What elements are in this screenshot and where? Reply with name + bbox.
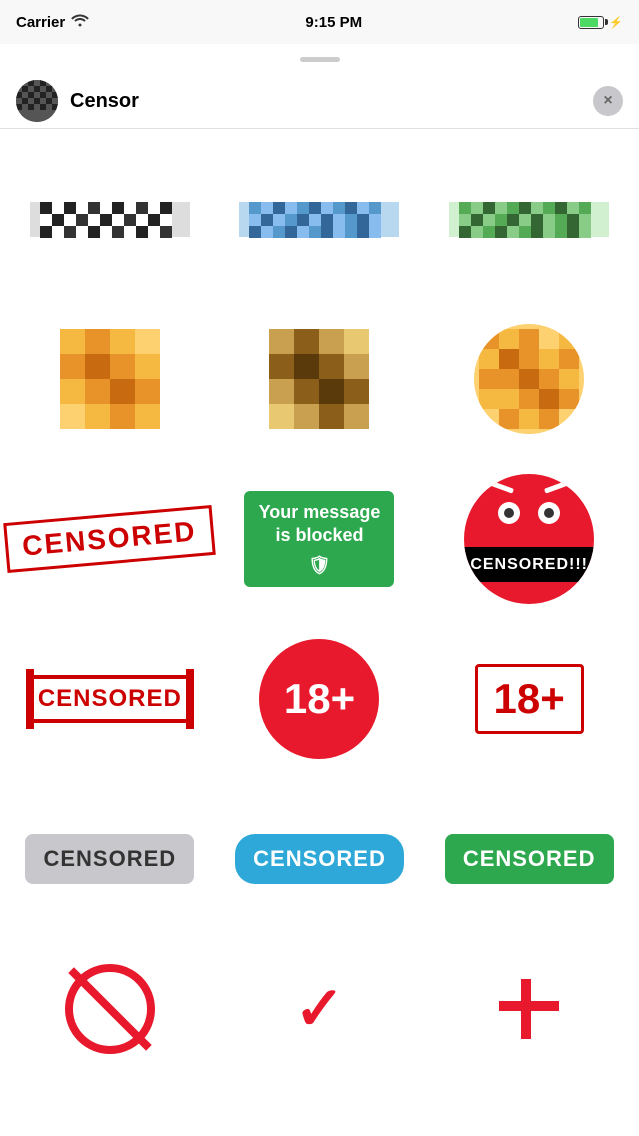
status-bar: Carrier 9:15 PM ⚡ bbox=[0, 0, 639, 44]
sticker-pixel-blue[interactable] bbox=[215, 139, 425, 299]
btn-gray-censored-text: CENSORED bbox=[25, 834, 194, 884]
carrier-label: Carrier bbox=[16, 14, 65, 31]
charging-icon: ⚡ bbox=[609, 16, 623, 29]
sticker-hashtag[interactable] bbox=[424, 959, 634, 1059]
btn-blue-censored-text: CENSORED bbox=[235, 834, 404, 884]
hash-icon-svg bbox=[494, 974, 564, 1044]
sticker-censored-bars[interactable]: CENSORED bbox=[5, 619, 215, 779]
app-header: Censor × bbox=[0, 74, 639, 129]
wifi-icon bbox=[71, 13, 89, 31]
sticker-mosaic-round[interactable] bbox=[424, 299, 634, 459]
face-eyes bbox=[498, 502, 560, 524]
status-left: Carrier bbox=[16, 13, 89, 31]
face-circle: CENSORED!!! bbox=[464, 474, 594, 604]
sticker-pixel-green[interactable] bbox=[424, 139, 634, 299]
pixel-bar-green-image bbox=[449, 192, 609, 247]
sticker-msg-blocked[interactable]: Your message is blocked 🛡 bbox=[215, 459, 425, 619]
right-eye bbox=[538, 502, 560, 524]
censored-stamp-text: CENSORED bbox=[4, 505, 216, 573]
left-bar bbox=[26, 669, 34, 729]
btn-green-censored-text: CENSORED bbox=[445, 834, 614, 884]
close-button[interactable]: × bbox=[593, 86, 623, 116]
sticker-18-circle[interactable]: 18+ bbox=[215, 619, 425, 779]
shield-icon: 🛡 bbox=[308, 554, 331, 577]
pixel-bar-blue-image bbox=[239, 192, 399, 247]
msg-blocked-text: Your message is blocked bbox=[258, 501, 380, 548]
no-sign-icon bbox=[65, 964, 155, 1054]
checkmark-icon: ✓ bbox=[294, 979, 344, 1039]
msg-blocked-container: Your message is blocked 🛡 bbox=[244, 491, 394, 587]
sticker-censored-face[interactable]: CENSORED!!! bbox=[424, 459, 634, 619]
mosaic-brown-image bbox=[269, 329, 369, 429]
avatar-image bbox=[16, 80, 58, 122]
face-censored-text: CENSORED!!! bbox=[470, 556, 588, 574]
sticker-no-sign[interactable] bbox=[5, 959, 215, 1059]
time-label: 9:15 PM bbox=[305, 14, 362, 31]
battery-icon bbox=[578, 16, 604, 29]
face-censored-bar: CENSORED!!! bbox=[464, 547, 594, 582]
drag-handle bbox=[300, 57, 340, 62]
sticker-mosaic-orange[interactable] bbox=[5, 299, 215, 459]
sticker-btn-blue[interactable]: CENSORED bbox=[215, 779, 425, 939]
sticker-btn-green[interactable]: CENSORED bbox=[424, 779, 634, 939]
sticker-censored-stamp[interactable]: CENSORED bbox=[5, 459, 215, 619]
pixel-bar-bw-image bbox=[30, 192, 190, 247]
right-bar bbox=[186, 669, 194, 729]
mosaic-orange-image bbox=[55, 324, 165, 434]
app-title: Censor bbox=[70, 90, 581, 113]
censored-face-container: CENSORED!!! bbox=[464, 474, 594, 604]
18plus-circle: 18+ bbox=[259, 639, 379, 759]
censored-bars-container: CENSORED bbox=[26, 669, 194, 729]
18plus-outline: 18+ bbox=[475, 664, 584, 734]
status-right: ⚡ bbox=[578, 16, 623, 29]
sticker-mosaic-brown[interactable] bbox=[215, 299, 425, 459]
drag-area bbox=[0, 44, 639, 74]
left-eye bbox=[498, 502, 520, 524]
censored-bars-text: CENSORED bbox=[34, 675, 186, 723]
right-eyebrow bbox=[544, 479, 572, 493]
sticker-grid: CENSORED Your message is blocked 🛡 CENSO… bbox=[0, 129, 639, 949]
sticker-btn-gray[interactable]: CENSORED bbox=[5, 779, 215, 939]
sticker-pixel-bw[interactable] bbox=[5, 139, 215, 299]
left-eyebrow bbox=[486, 479, 514, 493]
sticker-checkmark[interactable]: ✓ bbox=[215, 959, 425, 1059]
sticker-18-outline[interactable]: 18+ bbox=[424, 619, 634, 779]
mosaic-round-image bbox=[469, 319, 589, 439]
avatar bbox=[16, 80, 58, 122]
bottom-icons-row: ✓ bbox=[0, 949, 639, 1079]
